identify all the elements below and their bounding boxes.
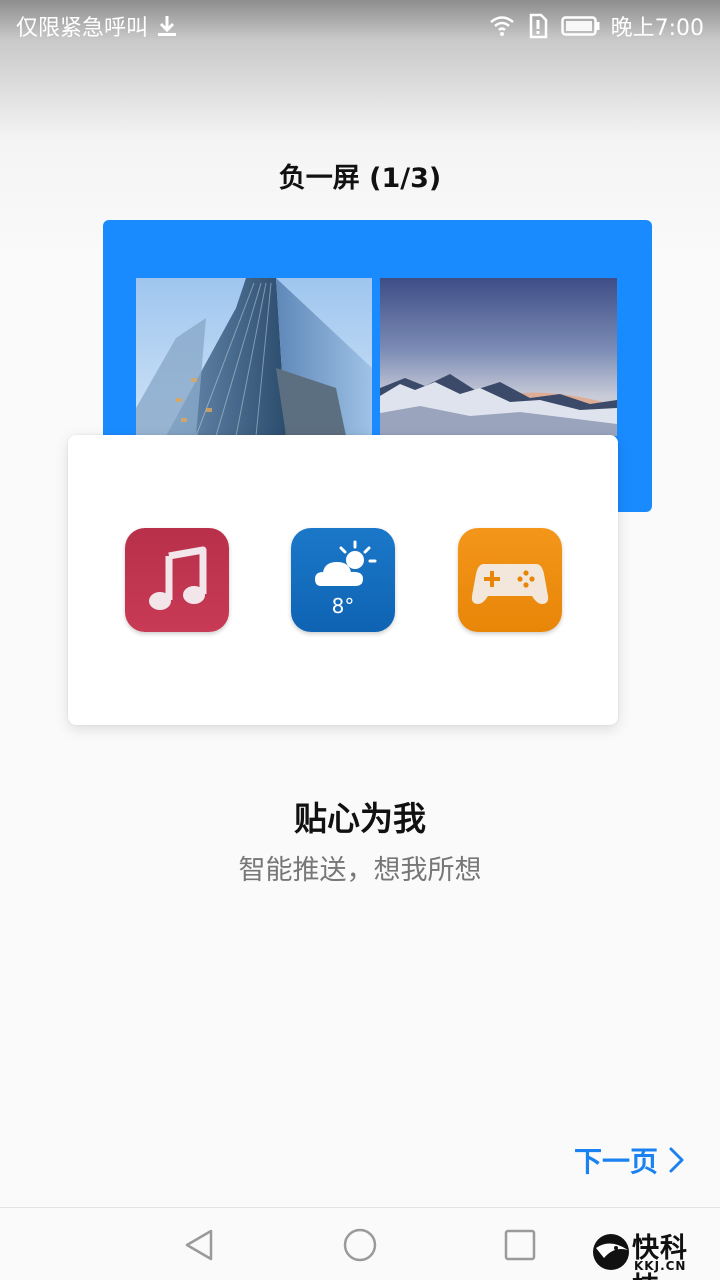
wifi-icon [489, 16, 514, 36]
next-page-label: 下一页 [573, 1145, 658, 1178]
status-bar: 仅限紧急呼叫 晚上7:00 [0, 0, 720, 50]
gamepad-icon [471, 564, 549, 604]
feature-description: 智能推送，想我所想 [238, 855, 482, 886]
music-note-icon [149, 546, 207, 610]
onboarding-screen: 仅限紧急呼叫 晚上7:00 负一屏 (1/3) 8° 贴心为我 智能推送，想我所… [0, 0, 720, 1280]
status-bar-right: 晚上7:00 [489, 10, 704, 42]
mountain-photo [380, 278, 617, 436]
chevron-right-icon [669, 1147, 684, 1173]
home-icon[interactable] [341, 1226, 379, 1264]
watermark: 快科技 KKJ.CN [590, 1226, 715, 1280]
download-icon [158, 16, 177, 36]
sim-alert-icon [529, 13, 547, 39]
feature-headline: 贴心为我 [294, 799, 426, 838]
watermark-subtext: KKJ.CN [634, 1259, 687, 1273]
next-page-button[interactable]: 下一页 [574, 1140, 686, 1180]
building-photo [136, 278, 372, 436]
back-icon[interactable] [181, 1226, 219, 1264]
weather-app-icon: 8° [291, 528, 395, 632]
clock: 晚上7:00 [610, 16, 704, 41]
carrier-status-text: 仅限紧急呼叫 [16, 16, 149, 41]
page-title: 负一屏 (1/3) [278, 163, 442, 194]
weather-temp-label: 8° [331, 594, 355, 618]
recent-apps-icon[interactable] [501, 1226, 539, 1264]
game-app-icon [458, 528, 562, 632]
status-bar-left: 仅限紧急呼叫 [16, 10, 180, 42]
watermark-logo-icon [593, 1234, 629, 1270]
battery-icon [560, 16, 600, 36]
music-app-icon [125, 528, 229, 632]
